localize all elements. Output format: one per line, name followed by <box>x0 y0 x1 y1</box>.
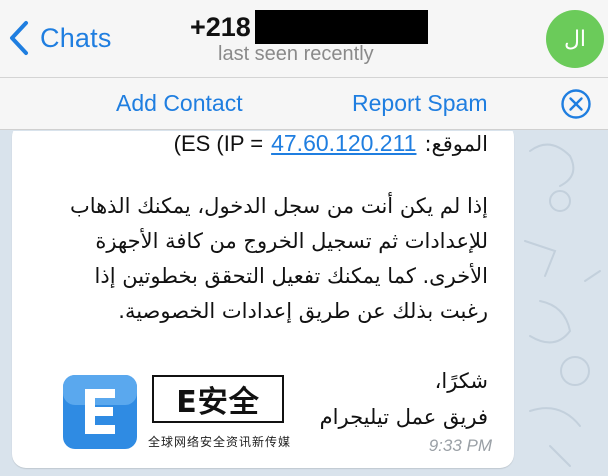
add-contact-button[interactable]: Add Contact <box>116 90 243 117</box>
watermark-logo-icon <box>63 375 137 449</box>
back-button[interactable]: Chats <box>8 18 112 58</box>
report-spam-button[interactable]: Report Spam <box>352 90 488 117</box>
location-line: (ES (IP = 47.60.120.211 الموقع: <box>174 131 488 157</box>
chevron-left-icon <box>10 21 28 55</box>
ip-prefix: (ES (IP = <box>173 131 264 156</box>
signature-text: فريق عمل تيليجرام <box>319 405 488 429</box>
ip-address-link[interactable]: 47.60.120.211 <box>271 131 416 157</box>
back-label: Chats <box>40 22 112 53</box>
avatar-initials: ال <box>563 26 587 52</box>
watermark-brand-box: E安全 <box>152 375 284 423</box>
paragraph-line: للإعدادات ثم تسجيل الخروج من كافة الأجهز… <box>95 229 488 253</box>
watermark-brand: E安全 <box>176 385 260 420</box>
paragraph-line: رغبت بذلك عن طريق إعدادات الخصوصية. <box>118 299 488 323</box>
thanks-text: شكرًا، <box>434 369 488 393</box>
avatar[interactable]: ال <box>546 10 604 68</box>
chat-header: Chats +218 last seen recently ال <box>0 0 608 78</box>
location-label: الموقع: <box>424 132 488 156</box>
chat-area[interactable]: (ES (IP = 47.60.120.211 الموقع: إذا لم ي… <box>0 131 608 476</box>
redaction-bar <box>254 10 428 44</box>
watermark-tagline: 全球网络安全资讯新传媒 <box>148 435 292 449</box>
contact-status: last seen recently <box>218 43 374 65</box>
close-icon[interactable] <box>560 88 592 120</box>
message-signoff: شكرًا، فريق عمل تيليجرام <box>320 363 488 435</box>
paragraph-line: الأخرى. كما يمكنك تفعيل التحقق بخطوتين إ… <box>94 264 488 288</box>
paragraph-line: إذا لم يكن أنت من سجل الدخول، يمكنك الذه… <box>69 194 488 218</box>
message-time: 9:33 PM <box>428 436 492 455</box>
contact-title[interactable]: +218 <box>190 9 428 45</box>
contact-number: +218 <box>190 11 251 42</box>
message-paragraph: إذا لم يكن أنت من سجل الدخول، يمكنك الذه… <box>38 189 488 329</box>
action-bar: Add Contact Report Spam <box>0 78 608 130</box>
